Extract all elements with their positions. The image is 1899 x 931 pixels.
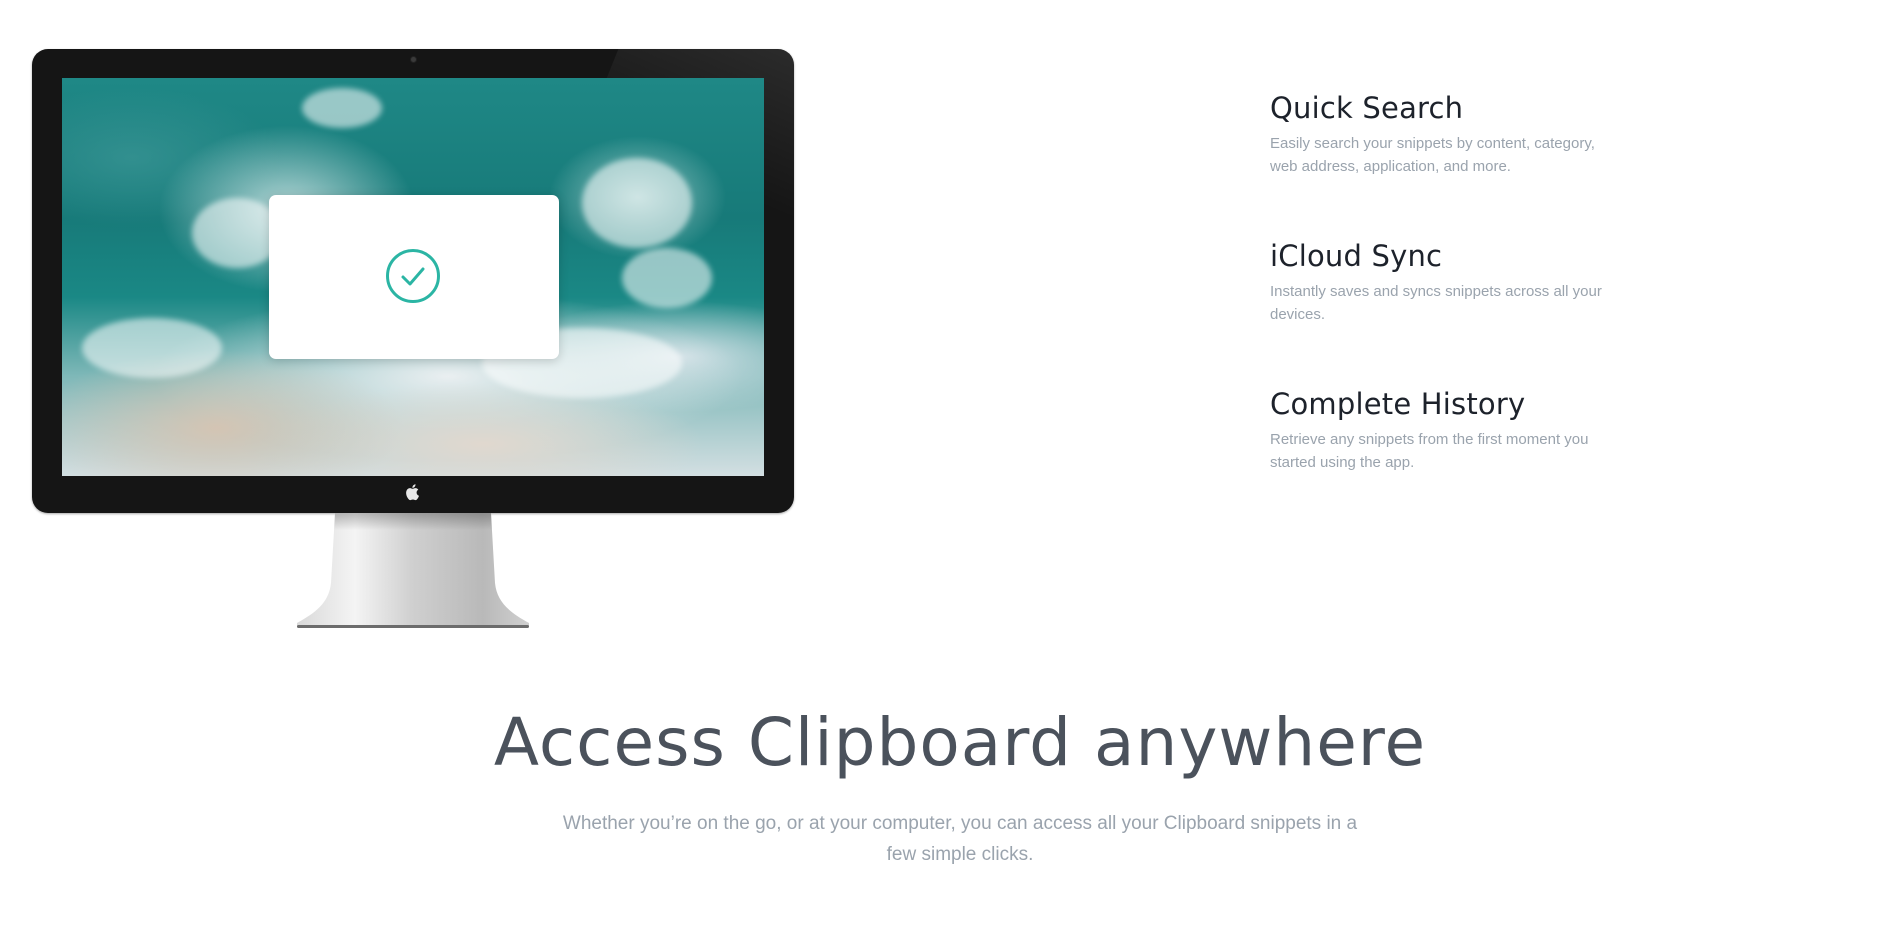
feature-complete-history: Complete History Retrieve any snippets f… <box>1270 386 1650 534</box>
success-dialog <box>269 195 559 359</box>
apple-logo-icon <box>405 483 421 501</box>
feature-description: Instantly saves and syncs snippets acros… <box>1270 283 1602 323</box>
feature-description: Retrieve any snippets from the first mom… <box>1270 431 1589 471</box>
feature-icloud-sync: iCloud Sync Instantly saves and syncs sn… <box>1270 238 1650 386</box>
monitor-stand <box>297 513 529 628</box>
monitor-screen-ocean-wallpaper <box>62 78 764 476</box>
monitor-illustration <box>32 49 794 629</box>
feature-description: Easily search your snippets by content, … <box>1270 135 1595 175</box>
feature-title: iCloud Sync <box>1270 239 1443 273</box>
feature-quick-search: Quick Search Easily search your snippets… <box>1270 90 1650 238</box>
section-headline: Access Clipboard anywhere <box>493 704 1427 781</box>
camera-dot <box>411 57 416 62</box>
feature-title: Quick Search <box>1270 91 1464 125</box>
checkmark-circle-icon <box>386 249 440 303</box>
feature-title: Complete History <box>1270 387 1526 421</box>
section-subtext: Whether you’re on the go, or at your com… <box>562 813 1358 865</box>
monitor-bezel <box>32 49 794 513</box>
feature-list: Quick Search Easily search your snippets… <box>1270 90 1650 534</box>
